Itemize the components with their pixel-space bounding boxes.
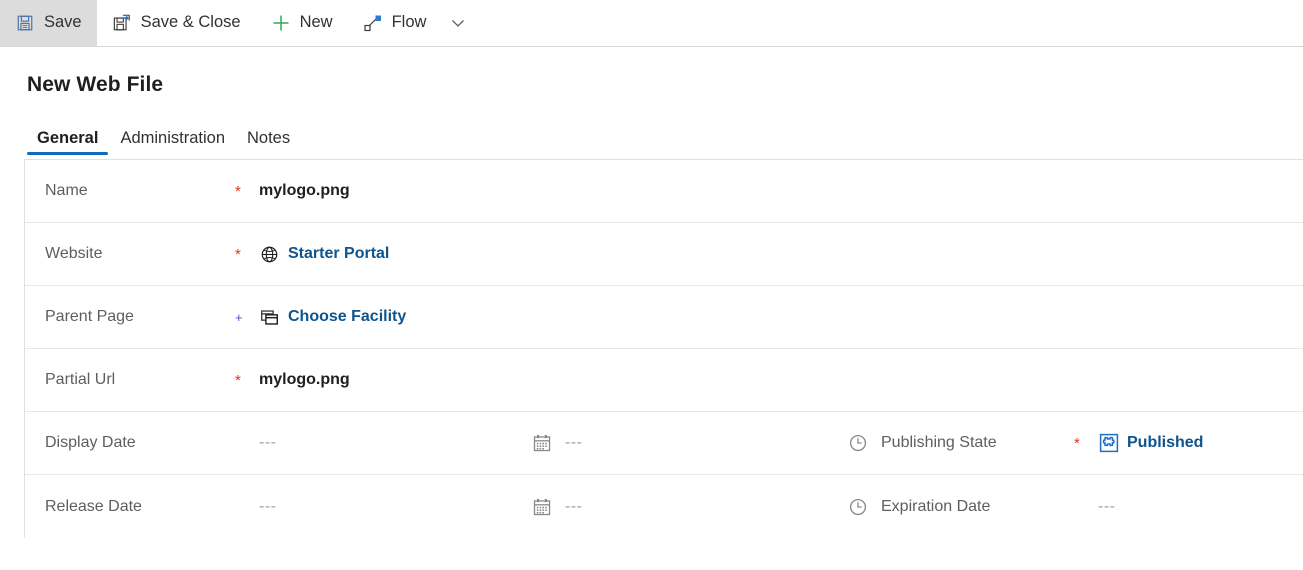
required-marker-publishing-state: *: [1074, 434, 1080, 452]
globe-icon: [259, 244, 280, 265]
form-tabs: General Administration Notes: [26, 119, 1303, 155]
flow-button[interactable]: Flow: [348, 0, 442, 46]
field-label-display-date: Display Date: [45, 434, 136, 451]
release-date-clock-button[interactable]: [835, 496, 881, 517]
release-date-date-value: ---: [259, 497, 277, 515]
save-button-label: Save: [44, 13, 82, 32]
save-and-close-button-label: Save & Close: [140, 13, 241, 32]
new-button[interactable]: New: [256, 0, 348, 46]
command-bar-overflow-button[interactable]: [441, 0, 475, 46]
clock-icon: [848, 496, 869, 517]
save-close-icon: [112, 13, 132, 33]
field-label-release-date: Release Date: [45, 497, 142, 515]
field-value-name-container[interactable]: mylogo.png: [259, 182, 350, 200]
flow-icon: [363, 13, 383, 33]
clock-icon: [848, 433, 869, 454]
form-fields-container: Name * mylogo.png Website * Starter Port…: [24, 159, 1303, 538]
required-marker-partial-url: *: [235, 371, 241, 389]
save-icon: [15, 13, 35, 33]
pages-icon: [259, 307, 280, 328]
entity-icon: [1098, 433, 1119, 454]
tab-general-label: General: [37, 128, 99, 147]
field-value-website-container[interactable]: Starter Portal: [259, 244, 389, 265]
tab-notes[interactable]: Notes: [236, 128, 301, 156]
form-row-partial-url: Partial Url * mylogo.png: [25, 349, 1303, 412]
field-value-publishing-state-link[interactable]: Published: [1127, 434, 1203, 452]
field-value-display-date-date[interactable]: ---: [259, 434, 519, 452]
tab-general[interactable]: General: [26, 128, 109, 156]
field-label-name: Name: [45, 182, 88, 199]
required-marker-website: *: [235, 245, 241, 263]
field-value-publishing-state-container[interactable]: Published: [1098, 433, 1203, 454]
tab-administration[interactable]: Administration: [109, 128, 236, 156]
save-button[interactable]: Save: [0, 0, 97, 46]
field-label-publishing-state: Publishing State: [881, 434, 997, 451]
field-value-website-link[interactable]: Starter Portal: [288, 245, 389, 263]
field-label-parent-page: Parent Page: [45, 308, 134, 325]
command-bar: Save Save & Close New Flow: [0, 0, 1303, 47]
flow-button-label: Flow: [391, 13, 427, 32]
field-label-expiration-date: Expiration Date: [881, 497, 991, 515]
field-value-release-date-time[interactable]: ---: [565, 498, 835, 516]
plus-icon: [271, 13, 291, 33]
field-label-partial-url: Partial Url: [45, 371, 116, 388]
field-value-parent-page-container[interactable]: Choose Facility: [259, 307, 406, 328]
field-value-display-date-time[interactable]: ---: [565, 434, 835, 452]
field-value-release-date-date[interactable]: ---: [259, 498, 519, 516]
calendar-icon: [532, 433, 553, 454]
field-value-parent-page-link[interactable]: Choose Facility: [288, 308, 406, 326]
field-value-name: mylogo.png: [259, 182, 350, 199]
form-row-website: Website * Starter Portal: [25, 223, 1303, 286]
field-value-partial-url: mylogo.png: [259, 371, 350, 388]
form-row-release-date: Release Date --- --- Expiration Date ---: [25, 475, 1303, 538]
calendar-icon: [532, 496, 553, 517]
display-date-clock-button[interactable]: [835, 433, 881, 454]
required-marker-name: *: [235, 182, 241, 200]
form-row-name: Name * mylogo.png: [25, 160, 1303, 223]
field-value-partial-url-container[interactable]: mylogo.png: [259, 371, 350, 389]
field-value-expiration-date-container[interactable]: ---: [1098, 498, 1115, 516]
display-date-time-value: ---: [565, 434, 583, 451]
display-date-date-value: ---: [259, 434, 277, 451]
new-button-label: New: [299, 13, 333, 32]
save-and-close-button[interactable]: Save & Close: [97, 0, 256, 46]
field-label-website: Website: [45, 245, 103, 262]
form-row-display-date: Display Date --- --- Publishing State * …: [25, 412, 1303, 475]
chevron-down-icon: [448, 13, 468, 33]
release-date-time-value: ---: [565, 497, 583, 515]
page-title: New Web File: [27, 73, 164, 96]
recommended-marker-parent-page: +: [235, 309, 243, 325]
tab-notes-label: Notes: [247, 128, 291, 147]
field-value-expiration-date: ---: [1098, 497, 1116, 515]
display-date-calendar-button[interactable]: [519, 433, 565, 454]
form-row-parent-page: Parent Page + Choose Facility: [25, 286, 1303, 349]
release-date-calendar-button[interactable]: [519, 496, 565, 517]
tab-administration-label: Administration: [120, 128, 225, 147]
